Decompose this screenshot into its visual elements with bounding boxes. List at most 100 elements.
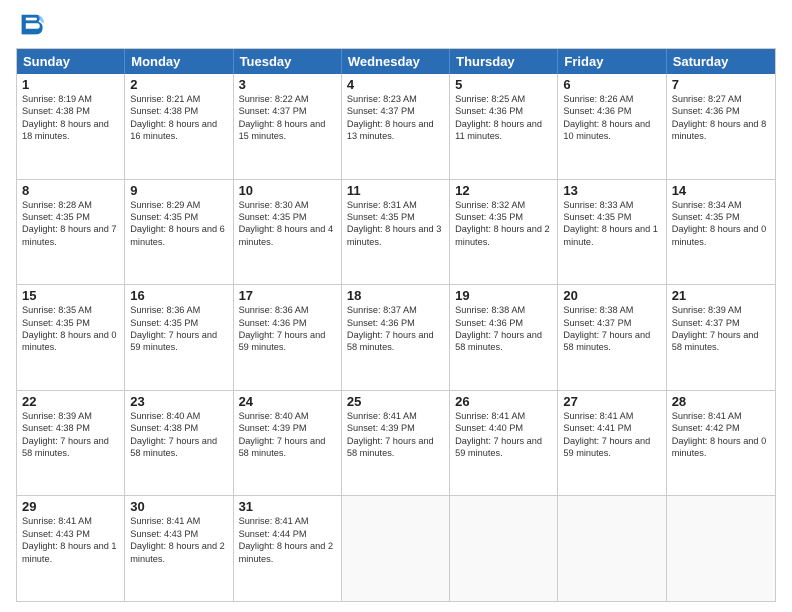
day-number: 22 [22,394,119,409]
sunrise: Sunrise: 8:41 AM [130,515,227,527]
day-number: 8 [22,183,119,198]
calendar-cell: 10Sunrise: 8:30 AMSunset: 4:35 PMDayligh… [234,180,342,285]
daylight: Daylight: 8 hours and 6 minutes. [130,223,227,248]
day-number: 16 [130,288,227,303]
sunrise: Sunrise: 8:41 AM [455,410,552,422]
sunset: Sunset: 4:35 PM [130,317,227,329]
sunset: Sunset: 4:39 PM [239,422,336,434]
daylight: Daylight: 7 hours and 58 minutes. [130,435,227,460]
day-number: 17 [239,288,336,303]
daylight: Daylight: 8 hours and 8 minutes. [672,118,770,143]
calendar-cell: 17Sunrise: 8:36 AMSunset: 4:36 PMDayligh… [234,285,342,390]
sunset: Sunset: 4:38 PM [22,105,119,117]
daylight: Daylight: 8 hours and 16 minutes. [130,118,227,143]
sunset: Sunset: 4:35 PM [22,211,119,223]
day-number: 20 [563,288,660,303]
header-day-sunday: Sunday [17,49,125,74]
day-number: 7 [672,77,770,92]
sunset: Sunset: 4:36 PM [563,105,660,117]
day-number: 19 [455,288,552,303]
calendar-cell: 15Sunrise: 8:35 AMSunset: 4:35 PMDayligh… [17,285,125,390]
day-number: 27 [563,394,660,409]
sunrise: Sunrise: 8:27 AM [672,93,770,105]
calendar-cell: 22Sunrise: 8:39 AMSunset: 4:38 PMDayligh… [17,391,125,496]
calendar-cell: 6Sunrise: 8:26 AMSunset: 4:36 PMDaylight… [558,74,666,179]
sunset: Sunset: 4:44 PM [239,528,336,540]
day-number: 9 [130,183,227,198]
day-number: 29 [22,499,119,514]
header-day-wednesday: Wednesday [342,49,450,74]
sunset: Sunset: 4:35 PM [455,211,552,223]
sunrise: Sunrise: 8:29 AM [130,199,227,211]
sunrise: Sunrise: 8:22 AM [239,93,336,105]
daylight: Daylight: 7 hours and 58 minutes. [455,329,552,354]
calendar-cell: 27Sunrise: 8:41 AMSunset: 4:41 PMDayligh… [558,391,666,496]
calendar-cell [342,496,450,601]
logo-icon [16,12,44,40]
sunset: Sunset: 4:36 PM [455,317,552,329]
daylight: Daylight: 8 hours and 4 minutes. [239,223,336,248]
daylight: Daylight: 8 hours and 7 minutes. [22,223,119,248]
sunset: Sunset: 4:37 PM [672,317,770,329]
calendar-row: 8Sunrise: 8:28 AMSunset: 4:35 PMDaylight… [17,179,775,285]
sunrise: Sunrise: 8:26 AM [563,93,660,105]
calendar-cell: 5Sunrise: 8:25 AMSunset: 4:36 PMDaylight… [450,74,558,179]
sunset: Sunset: 4:43 PM [22,528,119,540]
day-number: 21 [672,288,770,303]
sunset: Sunset: 4:36 PM [347,317,444,329]
calendar-cell: 20Sunrise: 8:38 AMSunset: 4:37 PMDayligh… [558,285,666,390]
calendar-cell: 14Sunrise: 8:34 AMSunset: 4:35 PMDayligh… [667,180,775,285]
sunrise: Sunrise: 8:39 AM [672,304,770,316]
sunset: Sunset: 4:36 PM [455,105,552,117]
daylight: Daylight: 8 hours and 1 minute. [563,223,660,248]
sunset: Sunset: 4:37 PM [239,105,336,117]
sunrise: Sunrise: 8:41 AM [22,515,119,527]
daylight: Daylight: 7 hours and 59 minutes. [239,329,336,354]
daylight: Daylight: 8 hours and 10 minutes. [563,118,660,143]
calendar-cell: 4Sunrise: 8:23 AMSunset: 4:37 PMDaylight… [342,74,450,179]
calendar-cell: 29Sunrise: 8:41 AMSunset: 4:43 PMDayligh… [17,496,125,601]
calendar-cell: 19Sunrise: 8:38 AMSunset: 4:36 PMDayligh… [450,285,558,390]
daylight: Daylight: 8 hours and 2 minutes. [130,540,227,565]
sunrise: Sunrise: 8:41 AM [672,410,770,422]
sunrise: Sunrise: 8:41 AM [563,410,660,422]
daylight: Daylight: 7 hours and 58 minutes. [563,329,660,354]
daylight: Daylight: 7 hours and 58 minutes. [347,329,444,354]
calendar-cell [450,496,558,601]
calendar-cell [558,496,666,601]
header-day-tuesday: Tuesday [234,49,342,74]
day-number: 2 [130,77,227,92]
sunrise: Sunrise: 8:40 AM [130,410,227,422]
daylight: Daylight: 8 hours and 2 minutes. [455,223,552,248]
sunset: Sunset: 4:35 PM [563,211,660,223]
calendar-cell: 3Sunrise: 8:22 AMSunset: 4:37 PMDaylight… [234,74,342,179]
day-number: 31 [239,499,336,514]
sunrise: Sunrise: 8:32 AM [455,199,552,211]
day-number: 24 [239,394,336,409]
daylight: Daylight: 7 hours and 59 minutes. [455,435,552,460]
sunset: Sunset: 4:40 PM [455,422,552,434]
daylight: Daylight: 8 hours and 2 minutes. [239,540,336,565]
day-number: 12 [455,183,552,198]
sunrise: Sunrise: 8:33 AM [563,199,660,211]
daylight: Daylight: 8 hours and 13 minutes. [347,118,444,143]
sunrise: Sunrise: 8:31 AM [347,199,444,211]
daylight: Daylight: 7 hours and 59 minutes. [130,329,227,354]
sunrise: Sunrise: 8:41 AM [239,515,336,527]
sunset: Sunset: 4:37 PM [347,105,444,117]
sunrise: Sunrise: 8:37 AM [347,304,444,316]
day-number: 4 [347,77,444,92]
daylight: Daylight: 7 hours and 59 minutes. [563,435,660,460]
daylight: Daylight: 7 hours and 58 minutes. [347,435,444,460]
calendar-cell: 18Sunrise: 8:37 AMSunset: 4:36 PMDayligh… [342,285,450,390]
calendar-cell: 11Sunrise: 8:31 AMSunset: 4:35 PMDayligh… [342,180,450,285]
daylight: Daylight: 8 hours and 0 minutes. [22,329,119,354]
header-day-friday: Friday [558,49,666,74]
calendar-cell: 1Sunrise: 8:19 AMSunset: 4:38 PMDaylight… [17,74,125,179]
sunrise: Sunrise: 8:40 AM [239,410,336,422]
header-day-saturday: Saturday [667,49,775,74]
day-number: 15 [22,288,119,303]
sunset: Sunset: 4:43 PM [130,528,227,540]
sunset: Sunset: 4:35 PM [22,317,119,329]
daylight: Daylight: 8 hours and 0 minutes. [672,435,770,460]
